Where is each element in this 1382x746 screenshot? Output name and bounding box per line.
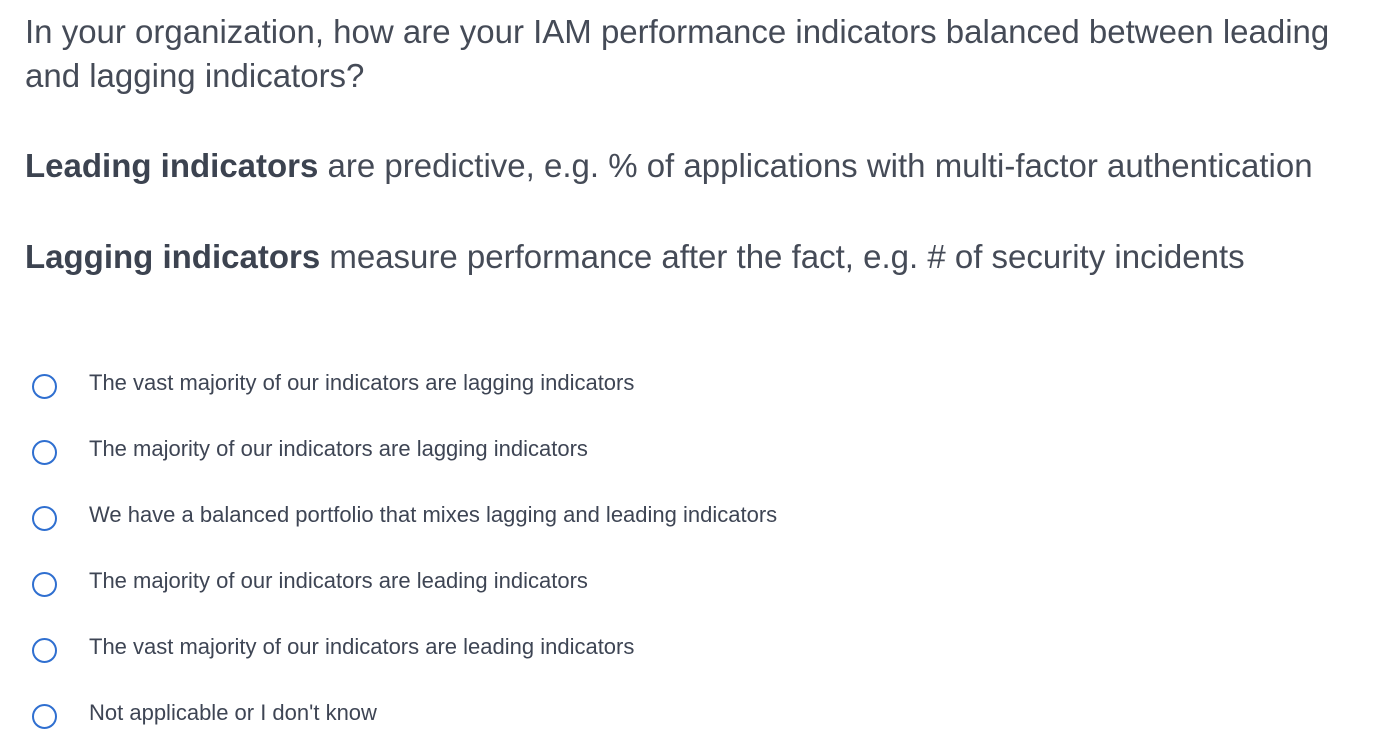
option-majority-lagging[interactable]: The majority of our indicators are laggi… [32,416,1032,482]
leading-indicators-text: are predictive, e.g. % of applications w… [318,147,1313,184]
radio-button[interactable] [32,505,57,531]
option-balanced-portfolio[interactable]: We have a balanced portfolio that mixes … [32,482,1032,548]
option-label[interactable]: Not applicable or I don't know [89,699,377,727]
lagging-indicators-definition: Lagging indicators measure performance a… [25,237,1245,277]
option-label[interactable]: The vast majority of our indicators are … [89,369,634,397]
option-label[interactable]: The majority of our indicators are laggi… [89,435,588,463]
option-vast-majority-lagging[interactable]: The vast majority of our indicators are … [32,350,1032,416]
survey-question-page: In your organization, how are your IAM p… [0,0,1382,740]
radio-button[interactable] [32,637,57,663]
radio-button[interactable] [32,373,57,399]
question-title: In your organization, how are your IAM p… [25,13,1330,94]
radio-button[interactable] [32,439,57,465]
option-label[interactable]: The vast majority of our indicators are … [89,633,634,661]
answer-options: The vast majority of our indicators are … [32,350,1032,746]
option-vast-majority-leading[interactable]: The vast majority of our indicators are … [32,614,1032,680]
radio-button[interactable] [32,703,57,729]
option-majority-leading[interactable]: The majority of our indicators are leadi… [32,548,1032,614]
lagging-indicators-text: measure performance after the fact, e.g.… [320,238,1245,275]
option-label[interactable]: The majority of our indicators are leadi… [89,567,588,595]
option-not-applicable[interactable]: Not applicable or I don't know [32,680,1032,746]
leading-indicators-term: Leading indicators [25,147,319,184]
radio-button[interactable] [32,571,57,597]
lagging-indicators-term: Lagging indicators [25,238,321,275]
option-label[interactable]: We have a balanced portfolio that mixes … [89,501,777,529]
leading-indicators-definition: Leading indicators are predictive, e.g. … [25,146,1313,186]
